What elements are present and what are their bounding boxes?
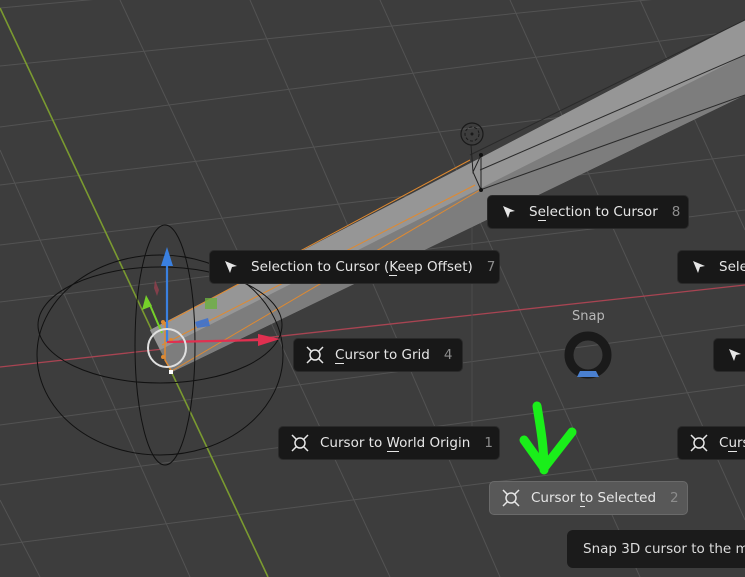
pie-menu-direction-indicator <box>564 331 612 379</box>
pie-item-hotkey: 1 <box>484 435 493 451</box>
pie-item-selection-to-cursor[interactable]: Selection to Cursor 8 <box>487 195 689 229</box>
3d-cursor-icon <box>460 122 484 146</box>
pie-item-label: Sele <box>719 259 745 275</box>
cursor-icon <box>289 432 311 454</box>
pie-item-cursor-partial[interactable]: Curs <box>677 426 745 460</box>
pie-item-hotkey: 8 <box>671 204 681 220</box>
pie-item-label: Selection to Cursor <box>529 204 658 221</box>
annotation-arrow-icon <box>519 401 577 475</box>
pie-item-label: Curs <box>719 435 745 452</box>
pie-item-label: Cursor to World Origin <box>320 435 471 452</box>
pie-item-cursor-to-grid[interactable]: Cursor to Grid 4 <box>293 338 463 372</box>
pie-item-selection-to-cursor-keep-offset[interactable]: Selection to Cursor (Keep Offset) 7 <box>209 250 500 284</box>
pie-item-cursor-to-selected[interactable]: Cursor to Selected 2 <box>489 481 688 515</box>
tooltip: Snap 3D cursor to the mi <box>567 530 745 568</box>
pie-menu-title: Snap <box>572 309 605 324</box>
pie-item-hotkey: 2 <box>670 490 679 506</box>
select-arrow-icon <box>498 201 520 223</box>
select-arrow-icon <box>724 344 745 366</box>
select-arrow-icon <box>688 256 710 278</box>
pie-item-hotkey: 7 <box>486 259 496 275</box>
cursor-icon <box>304 344 326 366</box>
pie-item-label: Cursor to Selected <box>531 490 657 507</box>
tooltip-text: Snap 3D cursor to the mi <box>583 541 745 557</box>
pie-item-label: Cursor to Grid <box>335 347 430 364</box>
pie-item-label: Selection to Cursor (Keep Offset) <box>251 259 473 276</box>
cursor-icon <box>688 432 710 454</box>
pie-item-hotkey: 4 <box>443 347 453 363</box>
cursor-icon <box>500 487 522 509</box>
select-arrow-icon <box>220 256 242 278</box>
pie-item-cursor-to-world-origin[interactable]: Cursor to World Origin 1 <box>278 426 500 460</box>
pie-item-selection-partial[interactable]: Sele <box>677 250 745 284</box>
pie-item-selection-partial-2[interactable] <box>713 338 745 372</box>
